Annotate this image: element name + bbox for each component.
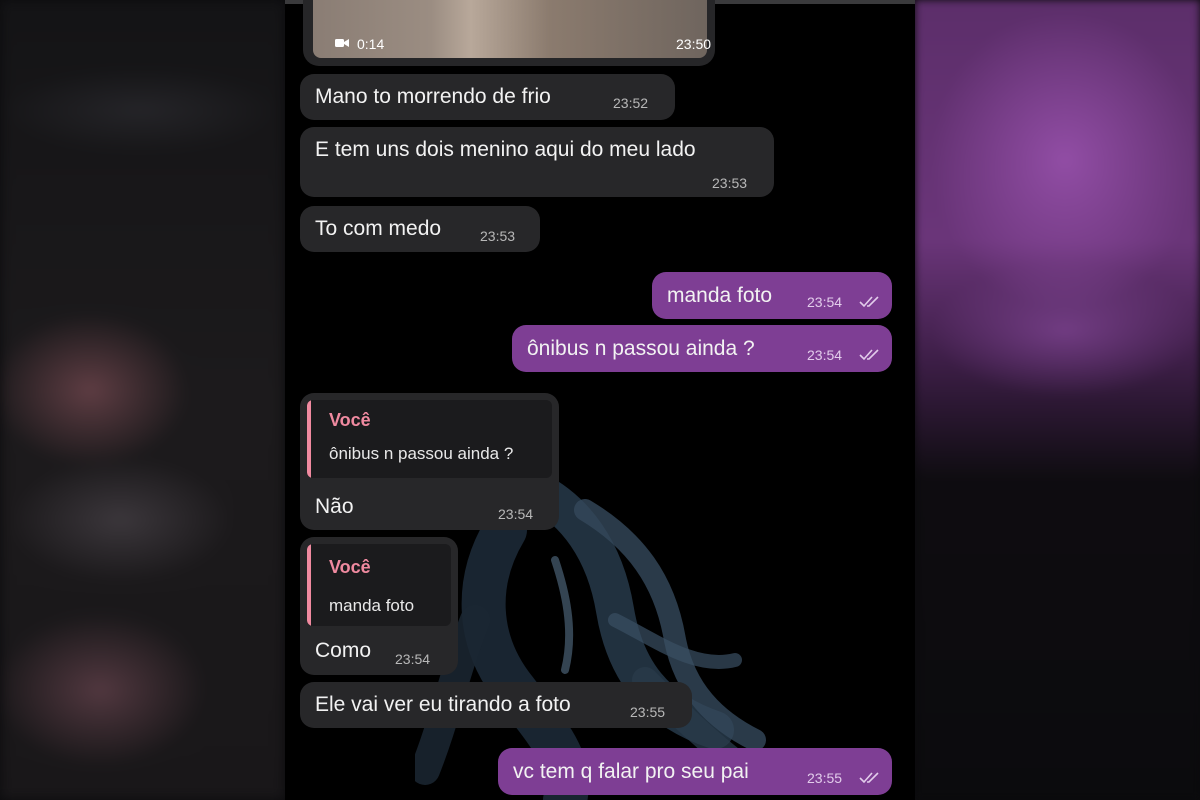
message-text: ônibus n passou ainda ? bbox=[527, 337, 755, 360]
incoming-message[interactable]: To com medo 23:53 bbox=[300, 206, 540, 252]
message-time: 23:53 bbox=[712, 175, 748, 191]
message-text: manda foto bbox=[667, 284, 773, 307]
message-text: Como bbox=[315, 639, 372, 662]
incoming-message[interactable]: E tem uns dois menino aqui do meu lado 2… bbox=[300, 127, 774, 197]
read-ticks-icon bbox=[859, 772, 879, 784]
quoted-message[interactable]: Você ônibus n passou ainda ? bbox=[307, 400, 552, 478]
incoming-reply-message[interactable]: Você manda foto Como 23:54 bbox=[300, 537, 458, 675]
message-text: To com medo bbox=[315, 217, 442, 240]
quoted-message[interactable]: Você manda foto bbox=[307, 544, 451, 626]
message-time: 23:52 bbox=[613, 95, 649, 111]
video-camera-icon bbox=[335, 39, 349, 47]
quote-accent-bar bbox=[307, 400, 311, 478]
message-time: 23:54 bbox=[498, 506, 534, 522]
incoming-message[interactable]: Ele vai ver eu tirando a foto 23:55 bbox=[300, 682, 692, 728]
video-duration: 0:14 bbox=[357, 36, 385, 52]
message-text: Mano to morrendo de frio bbox=[315, 85, 551, 108]
chat-screen[interactable]: 0:14 23:50 Mano to morrendo de frio 23:5… bbox=[285, 0, 915, 800]
outgoing-message[interactable]: manda foto 23:54 bbox=[652, 272, 892, 319]
message-time: 23:50 bbox=[676, 36, 712, 52]
quote-author: Você bbox=[329, 410, 371, 430]
incoming-reply-message[interactable]: Você ônibus n passou ainda ? Não 23:54 bbox=[300, 393, 559, 530]
message-time: 23:55 bbox=[630, 704, 666, 720]
quote-accent-bar bbox=[307, 544, 311, 626]
message-text: Ele vai ver eu tirando a foto bbox=[315, 693, 571, 716]
quote-text: manda foto bbox=[329, 596, 415, 615]
blurred-background-left bbox=[0, 0, 285, 800]
message-text: E tem uns dois menino aqui do meu lado bbox=[315, 138, 696, 161]
message-time: 23:54 bbox=[807, 294, 843, 310]
blurred-background-right bbox=[915, 0, 1200, 800]
message-time: 23:55 bbox=[807, 770, 843, 786]
incoming-message[interactable]: Mano to morrendo de frio 23:52 bbox=[300, 74, 675, 120]
message-text: Não bbox=[315, 495, 354, 518]
message-time: 23:54 bbox=[395, 651, 431, 667]
message-time: 23:53 bbox=[480, 228, 516, 244]
message-time: 23:54 bbox=[807, 347, 843, 363]
read-ticks-icon bbox=[859, 349, 879, 361]
quote-author: Você bbox=[329, 557, 371, 577]
video-message[interactable]: 0:14 23:50 bbox=[303, 0, 715, 66]
outgoing-message[interactable]: ônibus n passou ainda ? 23:54 bbox=[512, 325, 892, 372]
outgoing-message[interactable]: vc tem q falar pro seu pai 23:55 bbox=[498, 748, 892, 795]
read-ticks-icon bbox=[859, 296, 879, 308]
message-text: vc tem q falar pro seu pai bbox=[513, 760, 749, 783]
quote-text: ônibus n passou ainda ? bbox=[329, 444, 514, 463]
